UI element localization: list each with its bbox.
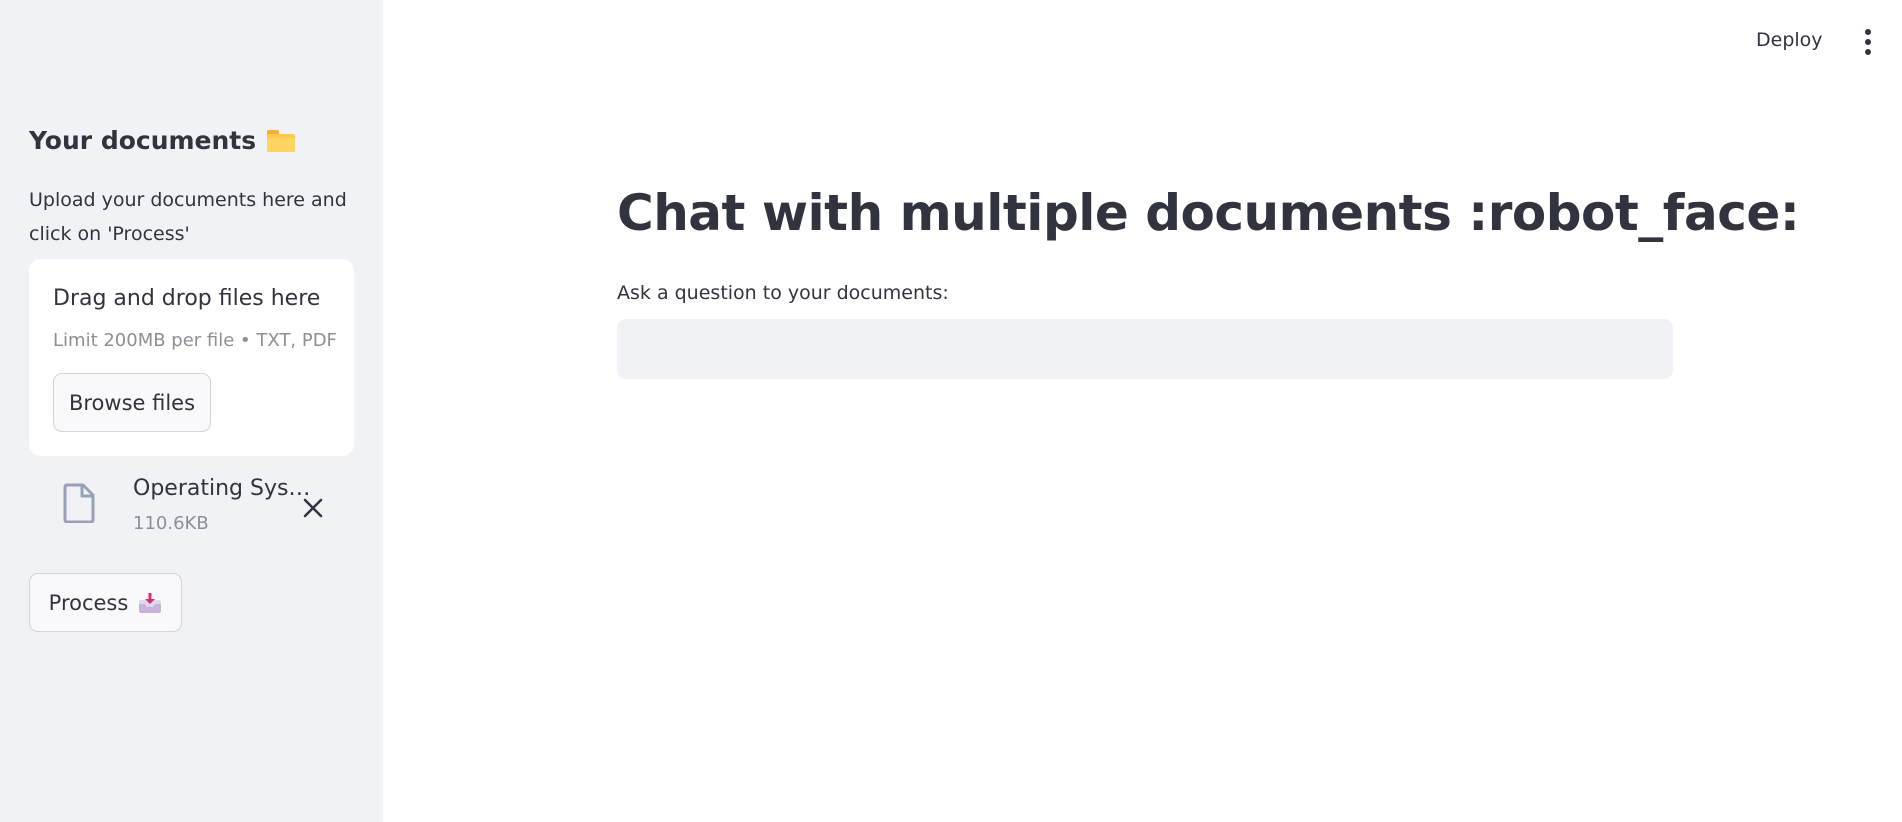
page-title: Chat with multiple documents :robot_face… — [617, 184, 1800, 242]
inbox-tray-icon — [139, 592, 162, 613]
sidebar: Your documents Upload your documents her… — [0, 0, 383, 822]
more-vertical-icon[interactable] — [1848, 22, 1888, 62]
dropzone-limit-text: Limit 200MB per file • TXT, PDF — [53, 330, 337, 351]
uploaded-file-item: Operating Sys… 110.6KB — [29, 470, 354, 540]
app-root: Your documents Upload your documents her… — [0, 0, 1902, 822]
sidebar-title: Your documents — [29, 126, 296, 155]
question-label: Ask a question to your documents: — [617, 282, 949, 304]
deploy-button[interactable]: Deploy — [1744, 20, 1835, 60]
question-input[interactable] — [617, 319, 1673, 379]
file-uploader-dropzone[interactable]: Drag and drop files here Limit 200MB per… — [29, 259, 354, 456]
file-icon — [63, 483, 95, 523]
uploaded-file-size: 110.6KB — [133, 513, 209, 534]
browse-files-button[interactable]: Browse files — [53, 373, 211, 432]
remove-file-icon[interactable] — [301, 496, 325, 520]
uploaded-file-name: Operating Sys… — [133, 476, 311, 501]
dropzone-instructions: Drag and drop files here — [53, 286, 321, 311]
folder-icon — [266, 129, 296, 153]
process-button[interactable]: Process — [29, 573, 182, 632]
sidebar-description: Upload your documents here and click on … — [29, 189, 347, 245]
sidebar-title-text: Your documents — [29, 126, 257, 155]
process-button-label: Process — [48, 590, 129, 615]
